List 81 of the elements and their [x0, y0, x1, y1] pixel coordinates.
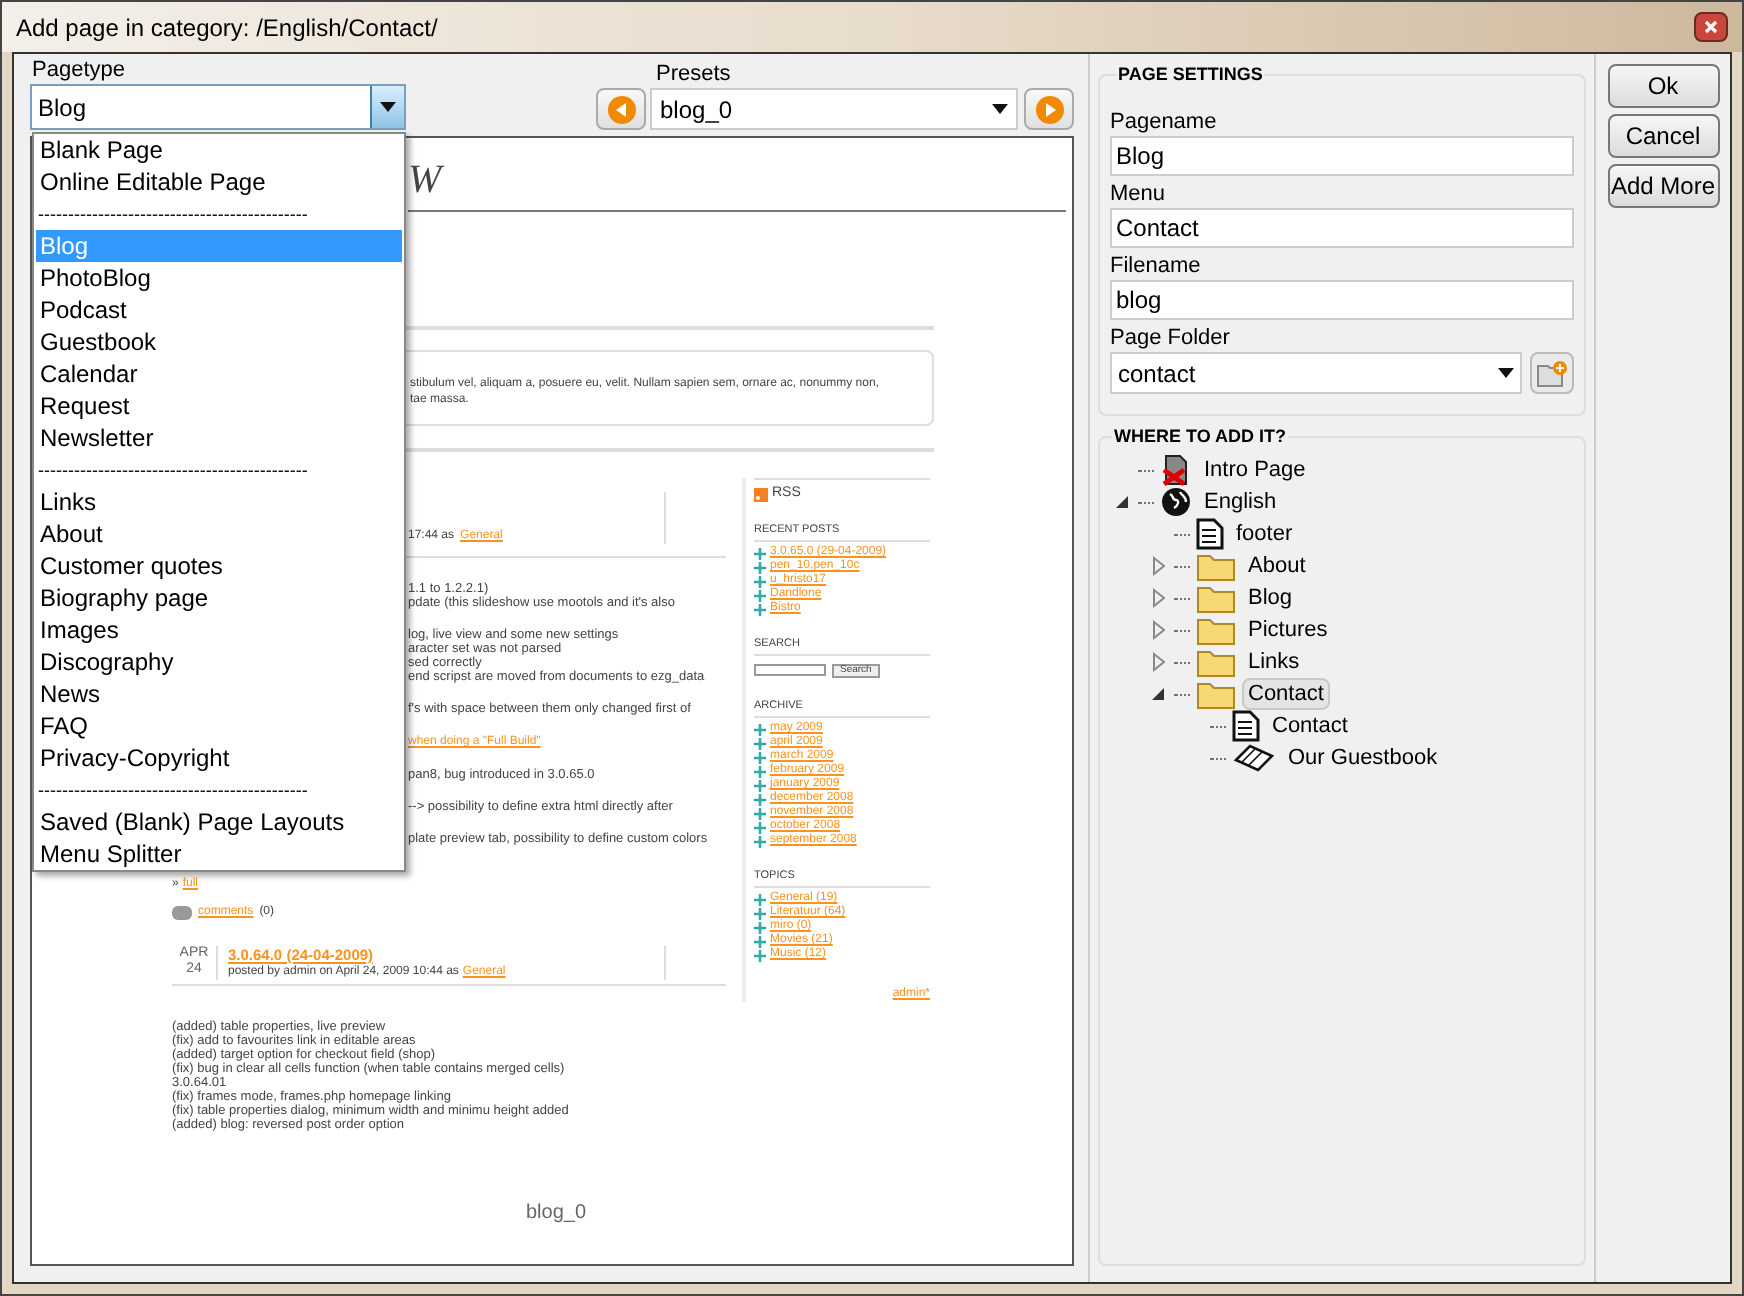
folder-icon	[1196, 582, 1236, 614]
tree-item[interactable]: Our Guestbook	[1282, 742, 1444, 774]
menu-item[interactable]: Links	[36, 486, 402, 518]
dialog-button[interactable]: Cancel	[1607, 114, 1719, 158]
pagetype-dropdown[interactable]: Blog	[30, 84, 406, 130]
page-icon	[1232, 710, 1260, 742]
dialog-button[interactable]: Add More	[1607, 164, 1719, 208]
tree-item[interactable]: Pictures	[1242, 614, 1334, 646]
tree-item[interactable]: Blog	[1242, 582, 1299, 614]
caret-icon	[1498, 368, 1514, 378]
field-label: Page Folder	[1110, 324, 1232, 352]
collapse-icon[interactable]	[1112, 492, 1132, 512]
tree-item[interactable]: Links	[1242, 646, 1306, 678]
tree-item[interactable]: About	[1242, 550, 1312, 582]
folder-icon	[1196, 678, 1236, 710]
menu-item[interactable]: Customer quotes	[36, 550, 402, 582]
tree-item[interactable]: Contact	[1266, 710, 1354, 742]
menu-item[interactable]: Menu Splitter	[36, 838, 402, 870]
text-field[interactable]: blog	[1110, 280, 1574, 320]
blog-heading: W	[408, 158, 442, 202]
menu-item[interactable]: News	[36, 678, 402, 710]
menu-item[interactable]: Guestbook	[36, 326, 402, 358]
dropdown-toggle[interactable]	[370, 86, 404, 128]
menu-item[interactable]: Online Editable Page	[36, 166, 402, 198]
presets-dropdown[interactable]: blog_0	[650, 88, 1018, 130]
text-field[interactable]: Contact	[1110, 208, 1574, 248]
menu-item[interactable]: FAQ	[36, 710, 402, 742]
search-field[interactable]	[754, 664, 826, 676]
dialog-button[interactable]: Ok	[1607, 64, 1719, 108]
tree-item[interactable]: Intro Page	[1198, 454, 1312, 486]
section-title: PAGE SETTINGS	[1116, 62, 1265, 86]
rss-icon	[754, 487, 768, 501]
field-label: Pagetype	[32, 58, 127, 84]
tree-item[interactable]: English	[1198, 486, 1283, 518]
page-cross-icon	[1160, 454, 1192, 486]
expand-icon[interactable]	[1148, 556, 1168, 576]
menu-item[interactable]: Saved (Blank) Page Layouts	[36, 806, 402, 838]
new-folder-button[interactable]	[1530, 352, 1574, 394]
globe-icon	[1160, 486, 1192, 518]
field-label: Pagename	[1110, 108, 1219, 136]
menu-item[interactable]: Blank Page	[36, 134, 402, 166]
caret-icon	[380, 102, 396, 112]
expand-icon[interactable]	[1148, 620, 1168, 640]
text-field[interactable]: Blog	[1110, 136, 1574, 176]
menu-separator: ---------------------------------------------	[38, 778, 308, 804]
book-icon	[1232, 742, 1276, 774]
menu-item[interactable]: Newsletter	[36, 422, 402, 454]
menu-item[interactable]: Discography	[36, 646, 402, 678]
menu-item[interactable]: About	[36, 518, 402, 550]
close-icon	[1704, 20, 1718, 34]
menu-separator: ---------------------------------------------	[38, 202, 308, 228]
tree-item[interactable]: Contact	[1242, 678, 1330, 710]
folder-add-icon	[1536, 359, 1568, 387]
menu-item[interactable]: Podcast	[36, 294, 402, 326]
folder-dropdown[interactable]: contact	[1110, 352, 1522, 394]
menu-item[interactable]: Biography page	[36, 582, 402, 614]
next-preset-button[interactable]	[1024, 88, 1074, 130]
field-label: Presets	[656, 62, 733, 88]
folder-icon	[1196, 614, 1236, 646]
menu-item[interactable]: Privacy-Copyright	[36, 742, 402, 774]
field-label: Menu	[1110, 180, 1168, 208]
folder-icon	[1196, 646, 1236, 678]
caret-icon	[992, 104, 1008, 114]
menu-separator: ---------------------------------------------	[38, 458, 308, 484]
menu-item[interactable]: Request	[36, 390, 402, 422]
field-label: Filename	[1110, 252, 1203, 280]
comment-icon	[172, 905, 192, 919]
window-title: Add page in category: /English/Contact/	[16, 11, 438, 45]
folder-icon	[1196, 550, 1236, 582]
preview-caption: blog_0	[526, 1202, 587, 1224]
menu-item[interactable]: PhotoBlog	[36, 262, 402, 294]
menu-item[interactable]: Calendar	[36, 358, 402, 390]
expand-icon[interactable]	[1148, 652, 1168, 672]
collapse-icon[interactable]	[1148, 684, 1168, 704]
menu-item[interactable]: Images	[36, 614, 402, 646]
expand-icon[interactable]	[1148, 588, 1168, 608]
section-title: WHERE TO ADD IT?	[1112, 424, 1288, 448]
close-button[interactable]	[1694, 12, 1728, 42]
previous-preset-button[interactable]	[596, 88, 646, 130]
tree-item[interactable]: footer	[1230, 518, 1299, 550]
page-icon	[1196, 518, 1224, 550]
